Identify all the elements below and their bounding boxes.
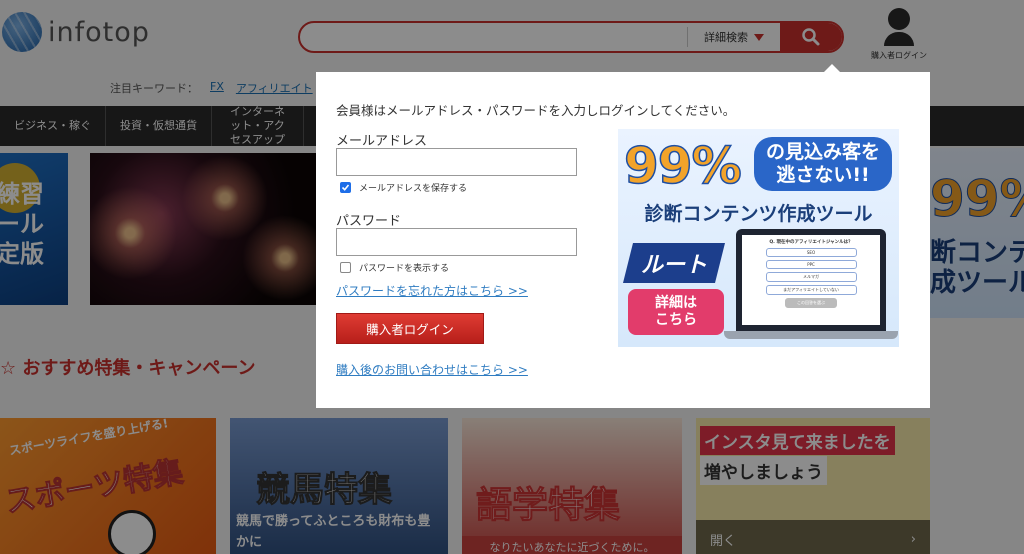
ad-bubble-line: 逃さない!! (776, 164, 870, 186)
ad-logo-text: ルート (640, 253, 707, 278)
forgot-password-link[interactable]: パスワードを忘れた方はこちら >> (336, 282, 528, 299)
screen-option: SEO (765, 248, 857, 257)
ad-cta-button[interactable]: 詳細は こちら (628, 289, 724, 335)
login-instruction: 会員様はメールアドレス・パスワードを入力しログインしてください。 (336, 103, 736, 118)
email-field[interactable] (336, 148, 577, 176)
login-modal: 会員様はメールアドレス・パスワードを入力しログインしてください。 メールアドレス… (316, 72, 930, 408)
laptop-screen: Q. 現在中のアフィリエイトジャンルは？ SEO PPC メルマガ まだアフィリ… (742, 235, 880, 325)
email-label: メールアドレス (336, 134, 428, 149)
ad-banner[interactable]: 99% の見込み客を 逃さない!! 診断コンテンツ作成ツール ルート 詳細は こ… (618, 129, 899, 347)
contact-link[interactable]: 購入後のお問い合わせはこちら >> (336, 361, 528, 378)
ad-cta-line: こちら (655, 312, 697, 328)
checkmark-icon (341, 184, 350, 191)
password-field[interactable] (336, 228, 577, 256)
screen-button: この回答を選ぶ (785, 298, 837, 308)
ad-bubble: の見込み客を 逃さない!! (754, 137, 892, 191)
save-email-row[interactable]: メールアドレスを保存する (340, 181, 467, 194)
show-password-label: パスワードを表示する (359, 264, 450, 274)
laptop-base (724, 331, 898, 339)
screen-option: PPC (765, 260, 857, 269)
save-email-label: メールアドレスを保存する (359, 184, 468, 194)
ad-bubble-line: の見込み客を (765, 141, 880, 164)
screen-title: Q. 現在中のアフィリエイトジャンルは？ (769, 240, 853, 245)
save-email-checkbox[interactable] (340, 182, 351, 193)
laptop-image: Q. 現在中のアフィリエイトジャンルは？ SEO PPC メルマガ まだアフィリ… (736, 229, 886, 331)
ad-logo: ルート (623, 243, 725, 283)
ad-subtitle: 診断コンテンツ作成ツール (644, 203, 873, 225)
modal-pointer (824, 64, 840, 72)
ad-percent: 99% (623, 136, 742, 196)
screen-option: まだアフィリエイトしていない (765, 285, 857, 295)
buyer-login-button[interactable]: 購入者ログイン (336, 313, 484, 344)
screen-option: メルマガ (765, 272, 857, 282)
show-password-checkbox[interactable] (340, 262, 351, 273)
ad-cta-line: 詳細は (655, 295, 697, 312)
show-password-row[interactable]: パスワードを表示する (340, 261, 449, 274)
password-label: パスワード (336, 214, 402, 229)
